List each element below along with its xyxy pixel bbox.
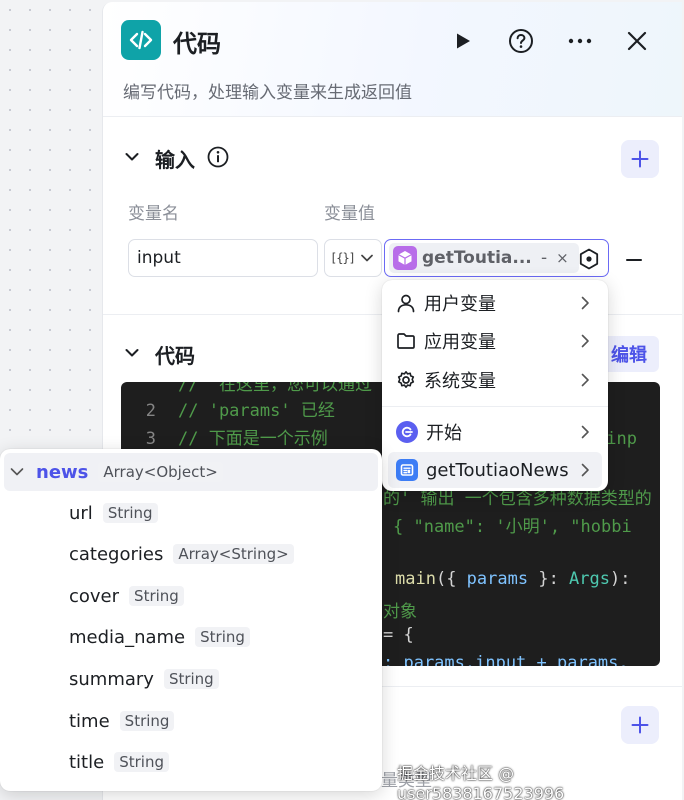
tree-node-categories[interactable]: categories Array<String> xyxy=(4,535,378,573)
type-badge: String xyxy=(114,752,169,772)
tree-node-media-name[interactable]: media_name String xyxy=(4,618,378,656)
tree-node-url[interactable]: url String xyxy=(4,494,378,532)
menu-divider xyxy=(382,406,608,407)
ref-dash: - xyxy=(541,248,548,268)
gear-icon xyxy=(397,371,415,388)
plus-icon xyxy=(631,150,649,168)
type-badge: String xyxy=(163,669,219,689)
code-line: 3// 下面是一个示例 xyxy=(145,429,328,449)
menu-item-system-variables[interactable]: 系统变量 xyxy=(388,362,602,398)
menu-item-start-node[interactable]: 开始 xyxy=(388,414,602,450)
ref-tag[interactable]: getToutia... - × xyxy=(389,243,579,273)
code-section-title: 代码 xyxy=(155,344,195,368)
chevron-down-icon[interactable] xyxy=(121,342,143,364)
code-line: 对象 xyxy=(383,602,417,622)
remove-variable-button[interactable] xyxy=(623,249,645,271)
variable-dropdown: 用户变量 应用变量 系统变量 开始 getToutiaoNews xyxy=(382,280,608,491)
chevron-down-icon xyxy=(10,468,24,476)
divider xyxy=(103,116,682,117)
code-line: 2// 'params' 已经 xyxy=(145,401,335,421)
tree-node-summary[interactable]: summary String xyxy=(4,660,378,698)
chevron-right-icon xyxy=(581,296,589,310)
start-node-icon xyxy=(396,421,418,443)
plus-icon xyxy=(631,716,649,734)
news-node-icon xyxy=(396,459,418,481)
edit-code-button[interactable]: 编辑 xyxy=(599,336,659,372)
code-line: main({ params }: Args): xyxy=(395,569,631,589)
chevron-right-icon xyxy=(581,425,589,439)
tree-node-time[interactable]: time String xyxy=(4,702,378,740)
watermark: 掘金技术社区 @ user5838167523996 xyxy=(397,764,565,800)
code-line: = { xyxy=(383,625,414,645)
input-section-title: 输入 xyxy=(155,148,195,172)
ref-label: getToutia... xyxy=(422,248,530,268)
type-badge: String xyxy=(119,711,175,731)
type-badge: Array<String> xyxy=(173,544,294,564)
chevron-down-icon[interactable] xyxy=(121,146,143,168)
tree-node-title[interactable]: title String xyxy=(4,743,378,781)
code-icon xyxy=(121,20,161,60)
tree-node-news[interactable]: news Array<Object> xyxy=(4,453,378,491)
code-line: { "name": '小明', "hobbi xyxy=(393,517,632,537)
info-icon[interactable] xyxy=(207,146,229,168)
type-badge: String xyxy=(195,627,250,647)
field-name: news xyxy=(36,461,89,483)
variable-type-select[interactable]: [{}] xyxy=(324,239,382,277)
add-output-button[interactable] xyxy=(621,706,659,744)
panel-description: 编写代码，处理输入变量来生成返回值 xyxy=(123,83,412,103)
variable-name-header: 变量名 xyxy=(128,204,179,224)
panel-title: 代码 xyxy=(173,30,221,58)
variable-value-header: 变量值 xyxy=(324,204,375,224)
tree-node-cover[interactable]: cover String xyxy=(4,577,378,615)
add-input-button[interactable] xyxy=(621,140,659,178)
help-icon[interactable] xyxy=(507,27,535,55)
minus-icon xyxy=(626,259,642,261)
type-badge: String xyxy=(129,586,184,606)
code-line: : params.input + params. xyxy=(383,653,629,666)
ref-clear-icon[interactable]: × xyxy=(556,249,569,267)
menu-item-user-variables[interactable]: 用户变量 xyxy=(388,285,602,321)
type-glyph: [{}] xyxy=(330,251,356,265)
menu-item-app-variables[interactable]: 应用变量 xyxy=(388,323,602,359)
more-icon[interactable] xyxy=(566,27,594,55)
user-icon xyxy=(397,294,415,313)
cube-icon xyxy=(393,246,417,270)
chevron-right-icon xyxy=(581,334,589,348)
chevron-down-icon xyxy=(361,254,373,262)
variable-name-input[interactable] xyxy=(128,239,318,277)
type-badge: String xyxy=(102,503,158,523)
run-icon[interactable] xyxy=(449,27,477,55)
close-icon[interactable] xyxy=(623,27,651,55)
variable-value-ref[interactable]: getToutia... - × xyxy=(384,239,609,277)
chevron-right-icon xyxy=(581,463,589,477)
folder-icon xyxy=(397,333,415,349)
variable-settings-icon[interactable] xyxy=(578,248,600,270)
output-fields-tree: news Array<Object> url String categories… xyxy=(0,449,382,791)
chevron-right-icon xyxy=(581,373,589,387)
type-badge: Array<Object> xyxy=(98,462,223,482)
menu-item-gettoutiaonews[interactable]: getToutiaoNews xyxy=(388,452,602,488)
